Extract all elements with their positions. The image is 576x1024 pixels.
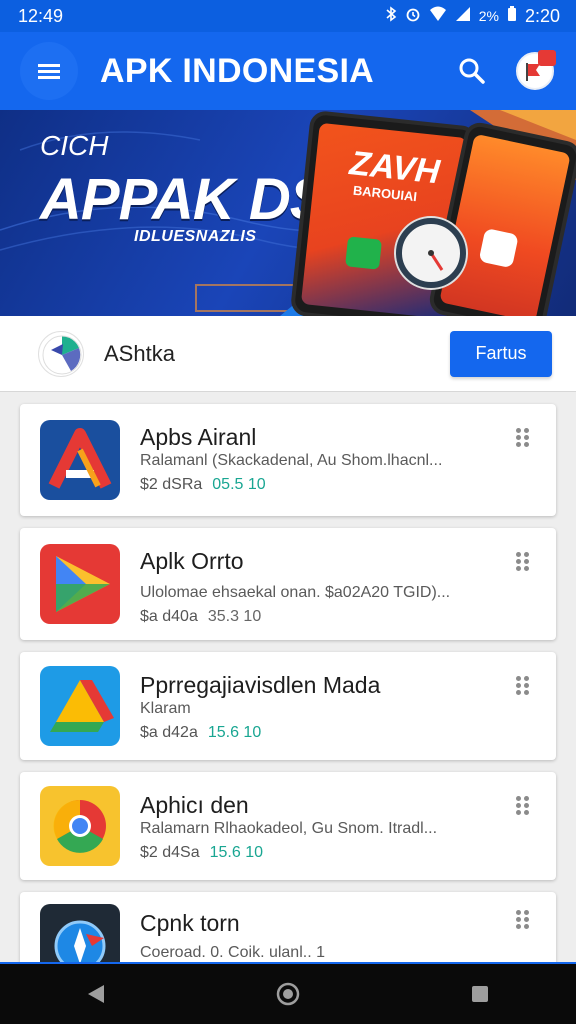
recents-button[interactable]	[460, 974, 500, 1014]
app-version: 05.5 10	[212, 476, 266, 493]
featured-row: AShtka Fartus	[0, 316, 576, 392]
app-card[interactable]: Aplk Orrto Ulolomae ehsaekal onan. $a02A…	[20, 528, 556, 640]
play-icon	[40, 544, 120, 624]
home-button[interactable]	[268, 974, 308, 1014]
app-description: Coeroad. 0. Coik. ulanl.. 1	[140, 944, 325, 961]
app-screen: 12:49 2% 2:20 APK INDONESIA CICH APPAK D…	[0, 0, 576, 1024]
home-circle-icon	[276, 982, 300, 1006]
app-title: Aplk Orrto	[140, 548, 244, 574]
app-version: 15.6 10	[209, 844, 263, 861]
banner-subline: IDLUESNAZLIS	[134, 228, 257, 245]
app-card[interactable]: Aphicı den Ralamarn Rlhaokadeol, Gu Snom…	[20, 772, 556, 880]
speed-gauge-icon	[396, 218, 466, 288]
app-card[interactable]: Pprregajiavisdlen Mada Klaram $a d42a 15.…	[20, 652, 556, 760]
alarm-icon	[405, 6, 421, 26]
menu-button[interactable]	[20, 42, 78, 100]
recents-square-icon	[472, 986, 488, 1002]
app-description: Klaram	[140, 700, 191, 717]
drive-icon	[40, 666, 120, 746]
app-size: $2 dSRa	[140, 476, 203, 493]
wifi-icon	[429, 6, 447, 26]
featured-label: AShtka	[104, 340, 175, 366]
banner-eyebrow: CICH	[40, 130, 109, 161]
bluetooth-icon	[385, 6, 397, 26]
app-size: $2 d4Sa	[140, 844, 200, 861]
system-nav-bar	[0, 962, 576, 1024]
app-title: Aphicı den	[140, 792, 249, 818]
app-title: APK INDONESIA	[100, 51, 375, 90]
app-size: $a d40a	[140, 608, 198, 625]
app-title: Apbs Airanl	[140, 424, 257, 450]
app-title: Cpnk torn	[140, 910, 240, 936]
app-description: Ralamarn Rlhaokadeol, Gu Snom. Itradl...	[140, 820, 438, 837]
chrome-icon	[40, 786, 120, 866]
drag-handle-icon[interactable]	[516, 552, 530, 572]
app-description: Ulolomae ehsaekal onan. $a02A20 TGID)...	[140, 584, 451, 601]
app-title: Pprregajiavisdlen Mada	[140, 672, 381, 698]
app-list: Apbs Airanl Ralamanl (Skackadenal, Au Sh…	[20, 404, 556, 984]
app-size: $a d42a	[140, 724, 198, 741]
app-description: Ralamanl (Skackadenal, Au Shom.lhacnl...	[140, 452, 443, 469]
search-icon	[459, 58, 485, 84]
app-meta: $2 d4Sa 15.6 10	[140, 844, 263, 862]
app-meta: $a d42a 15.6 10	[140, 724, 261, 742]
profile-avatar[interactable]	[516, 50, 556, 90]
drag-handle-icon[interactable]	[516, 676, 530, 696]
back-triangle-icon	[88, 985, 104, 1003]
drag-handle-icon[interactable]	[516, 428, 530, 448]
flag-logo-icon	[526, 63, 540, 81]
featured-action-button[interactable]: Fartus	[450, 330, 552, 377]
banner-back-phone-badge	[478, 227, 519, 269]
app-card[interactable]: Apbs Airanl Ralamanl (Skackadenal, Au Sh…	[20, 404, 556, 516]
signal-icon	[455, 6, 471, 26]
status-time-left: 12:49	[18, 5, 64, 26]
app-meta: $a d40a 35.3 10	[140, 608, 261, 626]
status-icons: 2% 2:20	[385, 6, 560, 27]
app-a-icon	[40, 420, 120, 500]
app-card[interactable]: Cpnk torn Coeroad. 0. Coik. ulanl.. 1	[20, 892, 556, 984]
search-button[interactable]	[452, 51, 492, 91]
battery-icon	[507, 6, 517, 26]
status-bar: 12:49 2% 2:20	[0, 0, 576, 32]
drag-handle-icon[interactable]	[516, 796, 530, 816]
featured-logo-icon	[38, 330, 84, 377]
back-button[interactable]	[76, 974, 116, 1014]
banner-phone-shape	[345, 236, 383, 270]
battery-percent: 2%	[478, 8, 499, 24]
drag-handle-icon[interactable]	[516, 910, 530, 930]
app-meta: $2 dSRa 05.5 10	[140, 476, 266, 494]
promo-banner[interactable]: CICH APPAK DSIA IDLUESNAZLIS ZAVH BAROUI…	[0, 110, 576, 316]
status-time-right: 2:20	[524, 5, 560, 26]
app-version: 35.3 10	[207, 608, 262, 625]
hamburger-icon	[38, 64, 60, 79]
app-bar: APK INDONESIA	[0, 32, 576, 110]
app-version: 15.6 10	[207, 724, 262, 741]
